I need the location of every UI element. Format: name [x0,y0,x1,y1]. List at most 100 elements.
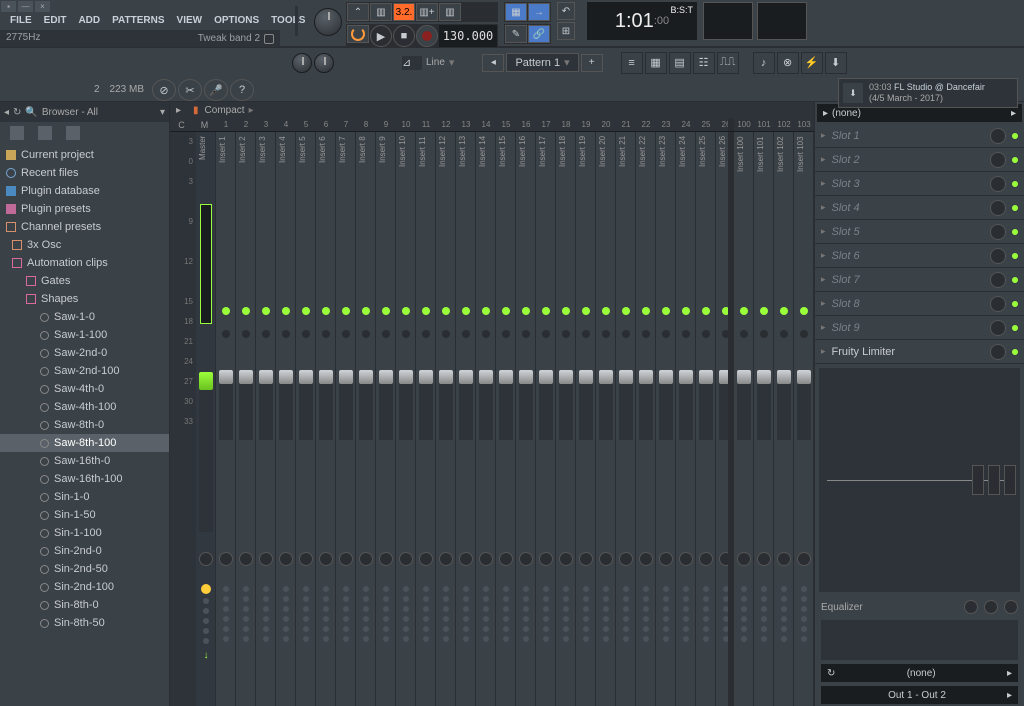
mixer-track[interactable]: Insert 7 [336,132,356,706]
track-enable-led[interactable] [622,307,630,315]
switch-icon[interactable]: ⊞ [557,22,575,40]
browser-item[interactable]: Saw-2nd-100 [0,362,169,380]
link-icon[interactable]: 🔗 [528,25,550,43]
browser-item[interactable]: Saw-16th-100 [0,470,169,488]
track-pan-knob[interactable] [299,552,313,566]
fx-mix-knob[interactable] [990,128,1006,144]
mixer-track[interactable]: Insert 15 [496,132,516,706]
fx-slot[interactable]: ▸Slot 7 [815,268,1024,292]
browser-item[interactable]: Sin-8th-50 [0,614,169,632]
track-pan-knob[interactable] [757,552,771,566]
track-enable-led[interactable] [780,307,788,315]
track-enable-led[interactable] [800,307,808,315]
mixer-track[interactable]: Insert 12 [436,132,456,706]
fx-band2-slider[interactable] [988,465,1000,495]
fx-slot[interactable]: ▸Slot 8 [815,292,1024,316]
pianoroll-icon[interactable]: ▤ [669,52,691,74]
mixer-track[interactable]: Insert 17 [536,132,556,706]
fx-band3-slider[interactable] [1004,465,1016,495]
fx-enable-led[interactable] [1012,157,1018,163]
browser-item[interactable]: Saw-2nd-0 [0,344,169,362]
track-fader[interactable] [239,370,253,440]
track-pan-knob[interactable] [619,552,633,566]
track-pan-knob[interactable] [459,552,473,566]
fx-slot[interactable]: ▸Slot 3 [815,172,1024,196]
mixer-track[interactable]: Insert 25 [696,132,716,706]
master-track[interactable]: Master ↓ [196,132,216,706]
master-fader[interactable] [199,372,213,532]
track-enable-led[interactable] [522,307,530,315]
eq-high-knob[interactable] [1004,600,1018,614]
browser-item[interactable]: Saw-16th-0 [0,452,169,470]
browser-item[interactable]: 3x Osc [0,236,169,254]
browser-item[interactable]: Sin-8th-0 [0,596,169,614]
track-enable-led[interactable] [362,307,370,315]
track-fader[interactable] [599,370,613,440]
minimize-button[interactable]: — [18,1,33,12]
mixer-track[interactable]: Insert 13 [456,132,476,706]
fx-slot[interactable]: ▸Slot 2 [815,148,1024,172]
track-enable-led[interactable] [702,307,710,315]
browser-item[interactable]: Saw-4th-100 [0,398,169,416]
pattern-next-button[interactable]: + [581,54,603,72]
track-enable-led[interactable] [382,307,390,315]
track-enable-led[interactable] [402,307,410,315]
track-fader[interactable] [419,370,433,440]
track-fader[interactable] [777,370,791,440]
track-pan-knob[interactable] [639,552,653,566]
track-pan-knob[interactable] [797,552,811,566]
news-panel[interactable]: ⬇ 03:03 FL Studio @ Dancefair (4/5 March… [838,78,1018,108]
close-button[interactable]: × [35,1,50,12]
mixer-track[interactable]: Insert 101 [754,132,774,706]
mixer-track[interactable]: Insert 5 [296,132,316,706]
mixer-track[interactable]: Insert 16 [516,132,536,706]
track-pan-knob[interactable] [419,552,433,566]
fx-mix-knob[interactable] [990,320,1006,336]
stop-button[interactable]: ■ [393,25,415,47]
eq-low-knob[interactable] [964,600,978,614]
track-fader[interactable] [379,370,393,440]
browser-item[interactable]: Sin-1-50 [0,506,169,524]
fx-mix-knob[interactable] [990,296,1006,312]
mixer-track[interactable]: Insert 26 [716,132,728,706]
shuffle-knob[interactable] [314,53,334,73]
mixer-track[interactable]: Insert 2 [236,132,256,706]
count-in-icon[interactable]: ▦ [505,3,527,21]
track-enable-led[interactable] [462,307,470,315]
mixer-track[interactable]: Insert 6 [316,132,336,706]
snap-selector[interactable]: Line [426,57,445,68]
close-windows-icon[interactable]: ⊗ [777,52,799,74]
snap-icon[interactable]: ⊿ [402,56,422,70]
track-enable-led[interactable] [682,307,690,315]
blend-icon[interactable]: → [528,3,550,21]
track-fader[interactable] [619,370,633,440]
track-fader[interactable] [679,370,693,440]
track-fader[interactable] [797,370,811,440]
mixer-track[interactable]: Insert 24 [676,132,696,706]
mixer-track[interactable]: Insert 9 [376,132,396,706]
track-pan-knob[interactable] [399,552,413,566]
browser-item[interactable]: Plugin database [0,182,169,200]
menu-add[interactable]: ADD [72,13,106,30]
track-enable-led[interactable] [302,307,310,315]
track-pan-knob[interactable] [737,552,751,566]
mixer-track[interactable]: Insert 102 [774,132,794,706]
mixer-icon[interactable]: ⎍⎍ [717,52,739,74]
browser-item[interactable]: Saw-1-100 [0,326,169,344]
mixer-track[interactable]: Insert 22 [636,132,656,706]
mixer-track[interactable]: Insert 21 [616,132,636,706]
browser-item[interactable]: Plugin presets [0,200,169,218]
menu-edit[interactable]: EDIT [38,13,73,30]
track-enable-led[interactable] [602,307,610,315]
mixer-track[interactable]: Insert 10 [396,132,416,706]
track-enable-led[interactable] [482,307,490,315]
menu-view[interactable]: VIEW [171,13,209,30]
browser-item[interactable]: Sin-2nd-100 [0,578,169,596]
master-pan-knob[interactable] [199,552,213,566]
track-pan-knob[interactable] [439,552,453,566]
track-enable-led[interactable] [222,307,230,315]
track-pan-knob[interactable] [239,552,253,566]
time-display[interactable]: B:S:T 1:01:00 [587,2,697,40]
track-pan-knob[interactable] [259,552,273,566]
browser-refresh-icon[interactable] [66,126,80,140]
